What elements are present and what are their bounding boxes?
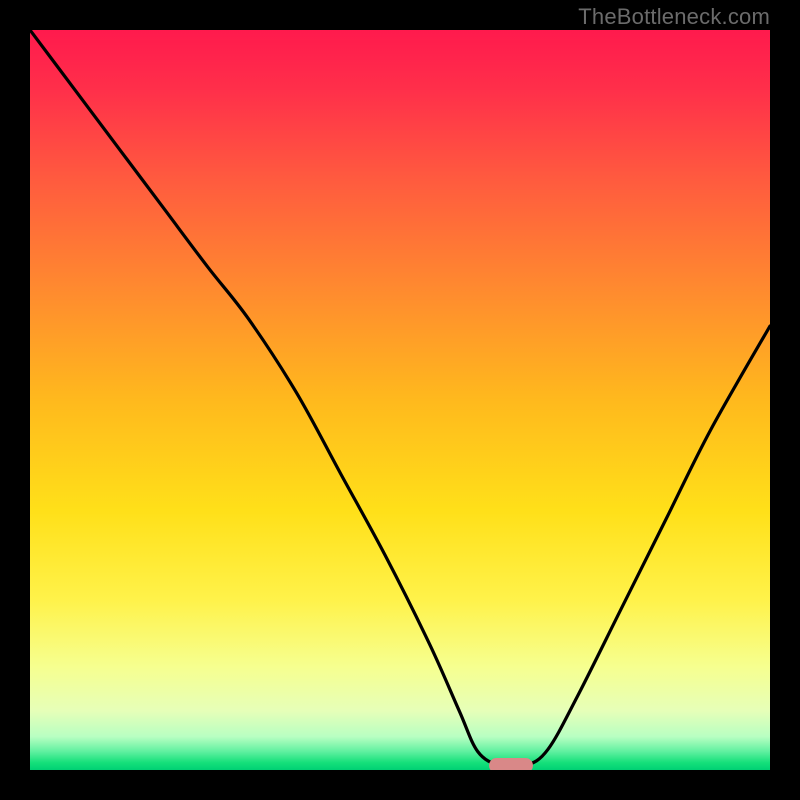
plot-area (30, 30, 770, 770)
watermark-text: TheBottleneck.com (578, 4, 770, 30)
chart-frame: TheBottleneck.com (0, 0, 800, 800)
optimal-marker (489, 758, 533, 770)
background-gradient (30, 30, 770, 770)
